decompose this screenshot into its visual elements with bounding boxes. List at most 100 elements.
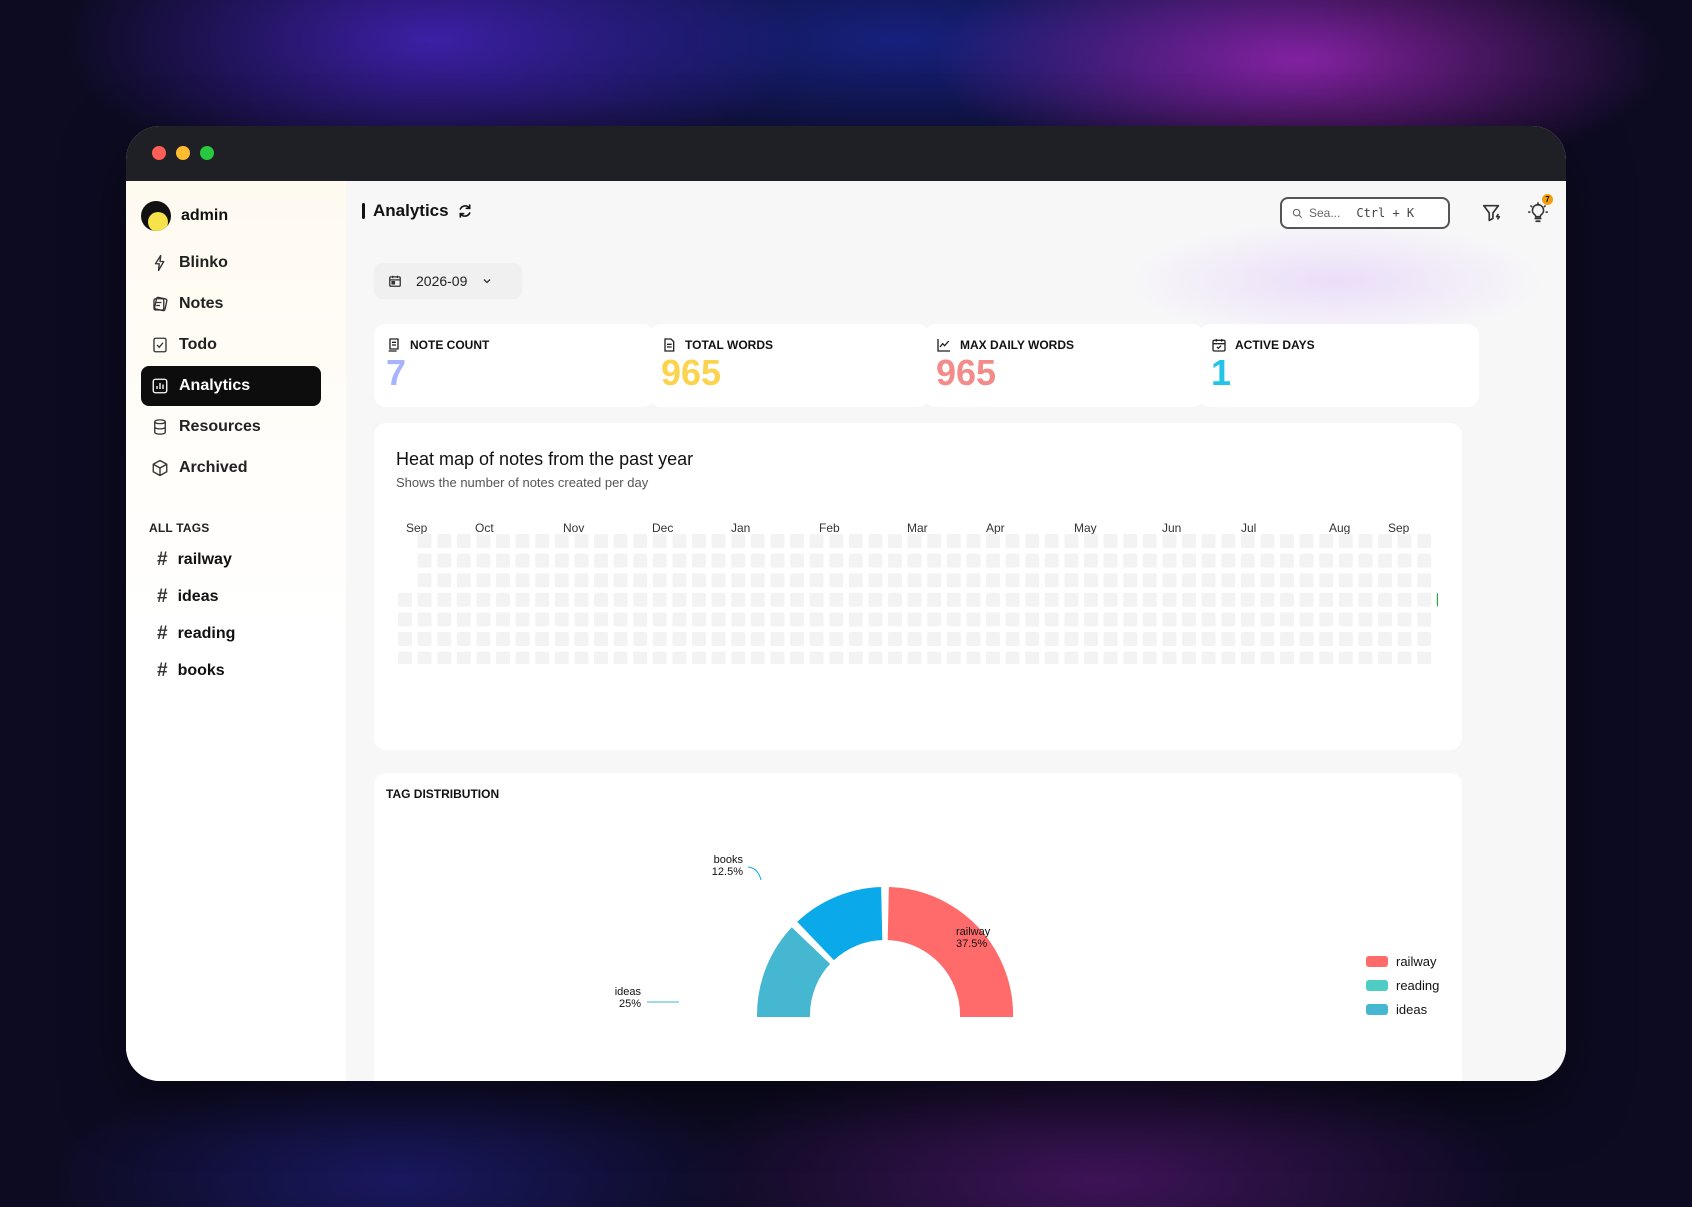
heatmap-cell[interactable] xyxy=(907,651,922,664)
heatmap-cell[interactable] xyxy=(750,612,765,627)
heatmap-cell[interactable] xyxy=(829,651,844,664)
heatmap-cell[interactable] xyxy=(594,632,608,646)
heatmap-cell[interactable] xyxy=(1319,534,1334,548)
heatmap-cell[interactable] xyxy=(1260,612,1275,627)
heatmap-cell[interactable] xyxy=(946,632,961,646)
heatmap-cell[interactable] xyxy=(515,534,530,548)
heatmap-cell[interactable] xyxy=(554,612,569,627)
heatmap-cell[interactable] xyxy=(496,553,510,568)
heatmap-cell[interactable] xyxy=(809,632,824,646)
heatmap-cell[interactable] xyxy=(711,534,726,548)
heatmap-cell[interactable] xyxy=(868,592,883,607)
notifications-button[interactable]: 7 xyxy=(1526,194,1553,225)
heatmap-cell[interactable] xyxy=(1103,573,1118,588)
sidebar-item-archived[interactable]: Archived xyxy=(141,448,321,488)
heatmap-cell[interactable] xyxy=(848,592,863,607)
heatmap-cell[interactable] xyxy=(1044,632,1059,646)
heatmap-cell[interactable] xyxy=(1025,612,1040,627)
heatmap-cell[interactable] xyxy=(1338,632,1353,646)
heatmap-cell[interactable] xyxy=(1319,573,1334,588)
refresh-icon[interactable] xyxy=(457,203,473,219)
heatmap-cell[interactable] xyxy=(1084,592,1098,607)
heatmap-cell[interactable] xyxy=(1397,592,1412,607)
heatmap-cell[interactable] xyxy=(907,632,922,646)
heatmap-cell[interactable] xyxy=(1378,612,1392,627)
heatmap-cell[interactable] xyxy=(888,573,902,588)
heatmap-cell[interactable] xyxy=(398,592,412,607)
heatmap-cell[interactable] xyxy=(496,612,510,627)
heatmap-cell[interactable] xyxy=(1221,592,1236,607)
heatmap-cell[interactable] xyxy=(1064,553,1079,568)
heatmap-cell[interactable] xyxy=(790,553,804,568)
heatmap-cell[interactable] xyxy=(1240,651,1255,664)
heatmap-cell[interactable] xyxy=(574,592,589,607)
heatmap-cell[interactable] xyxy=(750,573,765,588)
heatmap-cell[interactable] xyxy=(1240,612,1255,627)
heatmap-cell[interactable] xyxy=(1319,553,1334,568)
heatmap-cell[interactable] xyxy=(711,612,726,627)
heatmap-cell[interactable] xyxy=(1064,632,1079,646)
heatmap-cell[interactable] xyxy=(1378,553,1392,568)
heatmap-cell[interactable] xyxy=(1299,573,1314,588)
heatmap-cell[interactable] xyxy=(809,612,824,627)
heatmap-cell[interactable] xyxy=(1417,651,1432,664)
heatmap-cell[interactable] xyxy=(1201,612,1216,627)
heatmap-cell[interactable] xyxy=(535,612,550,627)
close-window-button[interactable] xyxy=(152,146,166,160)
heatmap-cell[interactable] xyxy=(1025,651,1040,664)
heatmap-cell[interactable] xyxy=(1103,553,1118,568)
heatmap-cell[interactable] xyxy=(1201,632,1216,646)
heatmap-cell[interactable] xyxy=(946,592,961,607)
heatmap-cell[interactable] xyxy=(829,592,844,607)
heatmap-cell[interactable] xyxy=(770,651,785,664)
heatmap-cell[interactable] xyxy=(927,612,942,627)
heatmap-cell[interactable] xyxy=(417,534,432,548)
sidebar-item-analytics[interactable]: Analytics xyxy=(141,366,321,406)
heatmap-cell[interactable] xyxy=(613,534,628,548)
heatmap-cell[interactable] xyxy=(692,553,706,568)
heatmap-cell[interactable] xyxy=(868,534,883,548)
heatmap-cell[interactable] xyxy=(456,573,471,588)
heatmap-cell[interactable] xyxy=(1005,573,1020,588)
heatmap-cell[interactable] xyxy=(1103,592,1118,607)
heatmap-cell[interactable] xyxy=(417,632,432,646)
heatmap-cell[interactable] xyxy=(652,553,667,568)
heatmap-cell[interactable] xyxy=(633,592,648,607)
heatmap-cell[interactable] xyxy=(1025,553,1040,568)
heatmap-cell[interactable] xyxy=(986,534,1000,548)
heatmap-cell[interactable] xyxy=(1201,651,1216,664)
user-profile[interactable]: admin xyxy=(141,201,228,231)
heatmap-cell[interactable] xyxy=(790,612,804,627)
heatmap-cell[interactable] xyxy=(829,573,844,588)
heatmap-cell[interactable] xyxy=(1280,553,1294,568)
heatmap-cell[interactable] xyxy=(1358,632,1373,646)
heatmap-cell[interactable] xyxy=(613,592,628,607)
heatmap-cell-active[interactable] xyxy=(1436,592,1438,607)
heatmap-cell[interactable] xyxy=(927,651,942,664)
heatmap-cell[interactable] xyxy=(1044,553,1059,568)
heatmap-cell[interactable] xyxy=(1084,632,1098,646)
heatmap-cell[interactable] xyxy=(1378,573,1392,588)
heatmap-cell[interactable] xyxy=(946,612,961,627)
heatmap-cell[interactable] xyxy=(476,534,491,548)
heatmap-cell[interactable] xyxy=(652,612,667,627)
heatmap-cell[interactable] xyxy=(1044,573,1059,588)
heatmap-cell[interactable] xyxy=(594,592,608,607)
heatmap-cell[interactable] xyxy=(1319,592,1334,607)
heatmap-cell[interactable] xyxy=(574,651,589,664)
heatmap-cell[interactable] xyxy=(554,651,569,664)
heatmap-cell[interactable] xyxy=(417,612,432,627)
heatmap-cell[interactable] xyxy=(1397,534,1412,548)
sidebar-tag-reading[interactable]: # reading xyxy=(157,623,235,645)
heatmap-cell[interactable] xyxy=(1005,651,1020,664)
heatmap-cell[interactable] xyxy=(907,553,922,568)
heatmap-cell[interactable] xyxy=(456,612,471,627)
heatmap-cell[interactable] xyxy=(927,553,942,568)
heatmap-cell[interactable] xyxy=(1162,651,1177,664)
heatmap-cell[interactable] xyxy=(829,553,844,568)
legend-item-ideas[interactable]: ideas xyxy=(1366,1002,1427,1017)
heatmap-cell[interactable] xyxy=(1338,651,1353,664)
heatmap-cell[interactable] xyxy=(888,553,902,568)
heatmap-cell[interactable] xyxy=(1417,612,1432,627)
heatmap-cell[interactable] xyxy=(731,612,746,627)
